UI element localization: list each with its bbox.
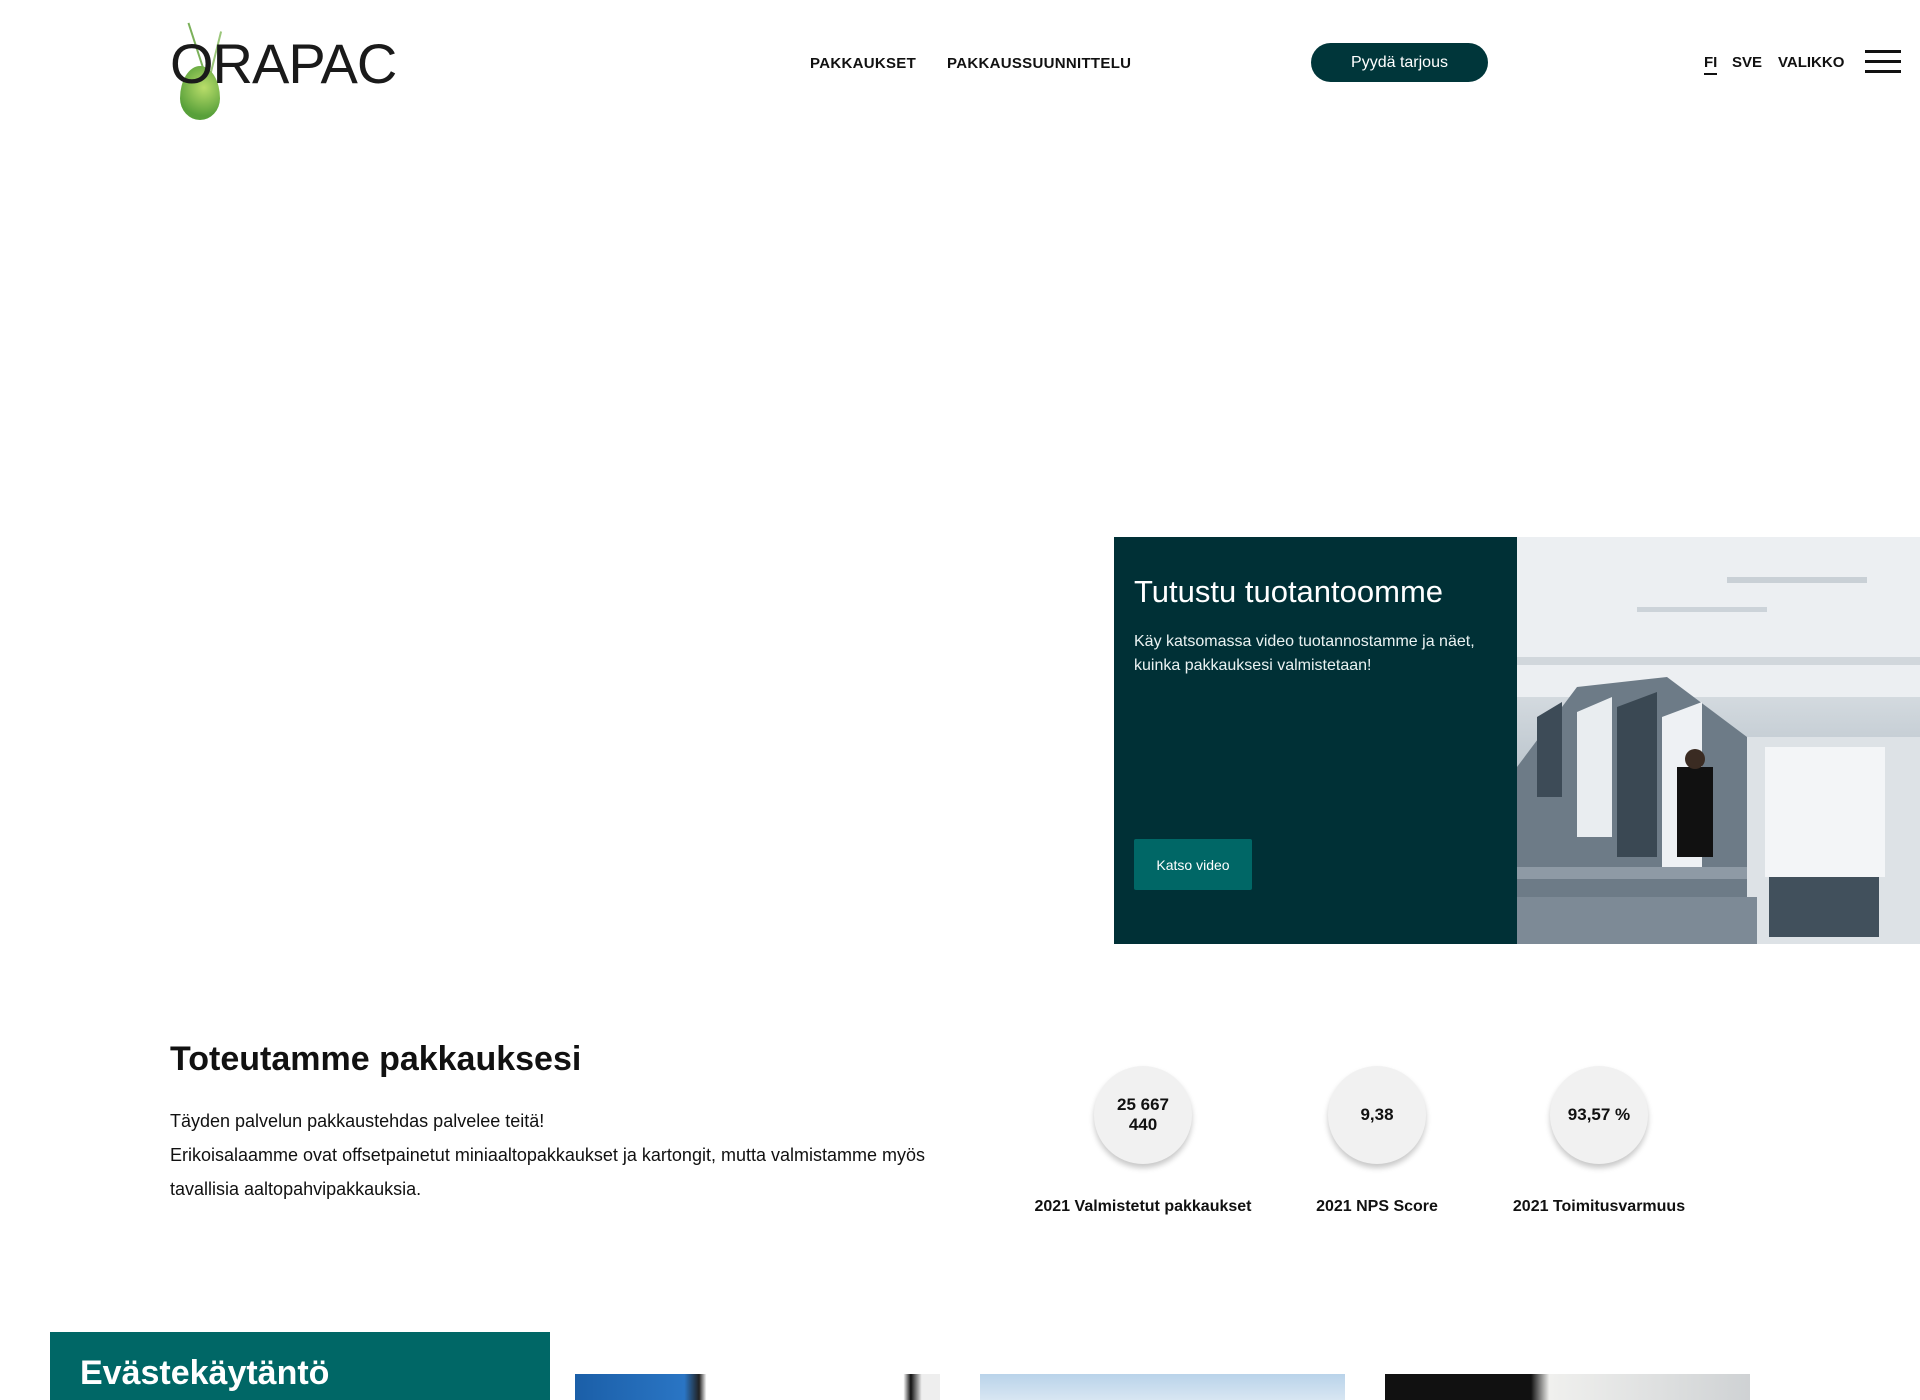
lang-sve[interactable]: SVE [1732,54,1762,71]
lang-fi[interactable]: FI [1704,54,1718,75]
stat-delivery-value: 93,57 % [1550,1066,1648,1164]
stat-nps-value: 9,38 [1328,1066,1426,1164]
stat-delivery-label: 2021 Toimitusvarmuus [1512,1198,1686,1215]
orapac-logo[interactable]: ORAPAC [170,18,397,120]
cookie-policy-banner[interactable]: Evästekäytäntö [50,1332,550,1400]
watch-video-button[interactable]: Katso video [1134,839,1252,890]
intro-line-1: Täyden palvelun pakkaustehdas palvelee t… [170,1111,545,1131]
intro-line-2: Erikoisalaamme ovat offsetpainetut minia… [170,1145,925,1199]
product-thumbnail-3[interactable] [1385,1374,1750,1400]
stat-packages-label: 2021 Valmistetut pakkaukset [1034,1198,1252,1215]
nav-pakkaukset[interactable]: PAKKAUKSET [810,55,916,72]
request-quote-button[interactable]: Pyydä tarjous [1311,43,1488,82]
product-thumbnail-2[interactable] [980,1374,1345,1400]
factory-printing-machine-image [1517,537,1920,944]
hamburger-menu-icon[interactable] [1865,50,1901,74]
video-description: Käy katsomassa video tuotannostamme ja n… [1134,633,1475,675]
product-thumbnail-1[interactable] [575,1374,940,1400]
intro-text: Täyden palvelun pakkaustehdas palvelee t… [170,1104,950,1206]
intro-title: Toteutamme pakkauksesi [170,1040,582,1078]
nav-pakkaussuunnittelu[interactable]: PAKKAUSSUUNNITTELU [947,55,1131,72]
stat-nps-label: 2021 NPS Score [1316,1198,1438,1215]
video-title: Tutustu tuotantoomme [1134,574,1444,609]
production-video-panel: Tutustu tuotantoomme Käy katsomassa vide… [1114,537,1518,944]
menu-label[interactable]: VALIKKO [1778,54,1844,71]
logo-text: ORAPAC [170,32,397,95]
stat-packages-value: 25 667 440 [1094,1066,1192,1164]
